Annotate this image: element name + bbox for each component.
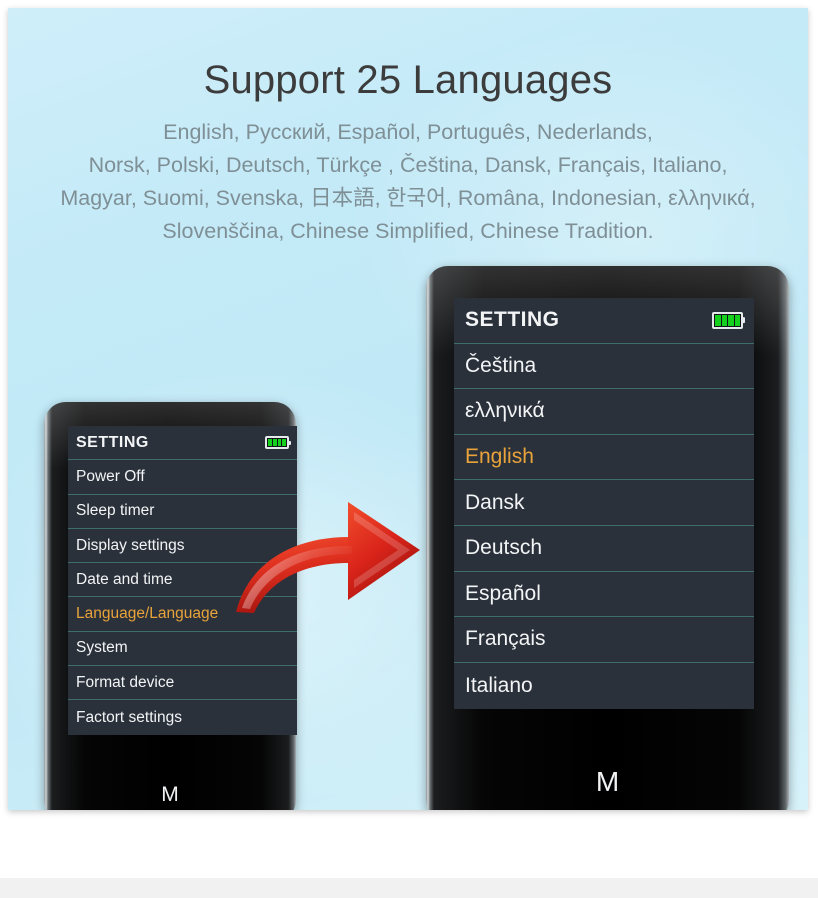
language-item-label: English [465, 445, 534, 469]
language-item-label: ελληνικά [465, 399, 545, 423]
battery-bar [715, 314, 721, 326]
language-item-label: Čeština [465, 353, 537, 377]
supported-languages-list: English, Русский, Español, Português, Ne… [60, 119, 756, 243]
language-item[interactable]: Español [454, 572, 754, 618]
device-left-screen: SETTING Power Off Sleep timer Display se… [68, 426, 297, 735]
menu-item-label: System [76, 639, 128, 657]
menu-item-label: Display settings [76, 536, 185, 554]
battery-icon [712, 311, 743, 329]
battery-bar [282, 439, 286, 447]
menu-item-label: Factort settings [76, 708, 182, 726]
battery-icon [265, 436, 289, 450]
menu-item[interactable]: Factort settings [68, 700, 297, 734]
language-item[interactable]: Deutsch [454, 526, 754, 572]
battery-bar [268, 439, 272, 447]
device-right-screen-header: SETTING [454, 298, 754, 344]
device-right-screen-title: SETTING [465, 308, 560, 332]
battery-bar [734, 314, 740, 326]
language-item-label: Dansk [465, 490, 525, 514]
battery-bar [277, 439, 282, 447]
menu-item[interactable]: System [68, 632, 297, 667]
language-item[interactable]: ελληνικά [454, 389, 754, 435]
menu-button[interactable]: M [426, 766, 789, 798]
device-left-screen-title: SETTING [76, 433, 149, 451]
device-left-screen-header: SETTING [68, 426, 297, 461]
menu-item[interactable]: Power Off [68, 460, 297, 495]
device-right: SETTING Čeština ελληνικά English Dansk D… [426, 266, 789, 810]
menu-item-label: Date and time [76, 570, 173, 588]
device-left: SETTING Power Off Sleep timer Display se… [44, 402, 297, 810]
battery-bar [721, 314, 727, 326]
menu-button[interactable]: M [44, 783, 296, 807]
menu-item[interactable]: Display settings [68, 529, 297, 564]
language-item-label: Español [465, 581, 541, 605]
language-item-selected[interactable]: English [454, 435, 754, 481]
battery-bar [728, 314, 734, 326]
menu-item[interactable]: Format device [68, 666, 297, 701]
bottom-divider-strip [0, 878, 818, 898]
language-item-label: Français [465, 627, 546, 651]
menu-item-label: Power Off [76, 467, 145, 485]
menu-item-label: Language/Language [76, 605, 219, 623]
language-item[interactable]: Dansk [454, 480, 754, 526]
menu-item-label: Sleep timer [76, 502, 155, 520]
menu-item-label: Format device [76, 673, 175, 691]
language-item-label: Italiano [465, 673, 533, 697]
language-item[interactable]: Français [454, 617, 754, 663]
language-item[interactable]: Italiano [454, 663, 754, 709]
battery-bar [272, 439, 277, 447]
language-item-label: Deutsch [465, 536, 543, 560]
language-item[interactable]: Čeština [454, 344, 754, 390]
device-right-screen: SETTING Čeština ελληνικά English Dansk D… [454, 298, 754, 709]
page-title: Support 25 Languages [203, 57, 613, 102]
promo-banner: Support 25 Languages English, Русский, E… [8, 8, 808, 810]
menu-item[interactable]: Sleep timer [68, 495, 297, 529]
menu-item[interactable]: Date and time [68, 563, 297, 598]
menu-item-selected[interactable]: Language/Language [68, 597, 297, 632]
